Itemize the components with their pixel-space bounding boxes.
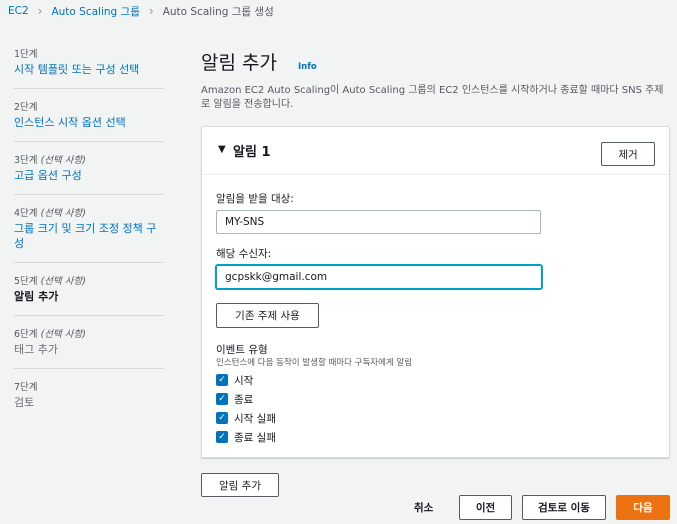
step-link-7: 검토: [14, 396, 35, 409]
checkbox-checked-icon[interactable]: ✓: [216, 393, 228, 405]
event-launch[interactable]: ✓ 시작: [216, 372, 253, 388]
recipients-input[interactable]: [216, 265, 542, 289]
step-link-3[interactable]: 고급 옵션 구성: [14, 168, 164, 183]
step-link-2[interactable]: 인스턴스 시작 옵션 선택: [14, 115, 164, 130]
event-terminate[interactable]: ✓ 종료: [216, 391, 253, 407]
event-terminate-fail[interactable]: ✓ 종료 실패: [216, 429, 276, 445]
step-number: 1단계: [14, 49, 38, 60]
remove-button[interactable]: 제거: [601, 142, 655, 166]
step-4: 4단계 (선택 사항) 그룹 크기 및 크기 조정 정책 구성: [14, 203, 164, 263]
page-title: 알림 추가: [201, 52, 277, 74]
caret-down-icon[interactable]: ▼: [218, 144, 226, 155]
event-launch-fail[interactable]: ✓ 시작 실패: [216, 410, 276, 426]
step-6: 6단계 (선택 사항) 태그 추가: [14, 324, 164, 369]
step-link-4[interactable]: 그룹 크기 및 크기 조정 정책 구성: [14, 221, 164, 251]
breadcrumb-ec2[interactable]: EC2: [8, 5, 29, 17]
chevron-right-icon: ›: [37, 4, 43, 18]
step-1: 1단계 시작 템플릿 또는 구성 선택: [14, 44, 164, 89]
step-link-6: 태그 추가: [14, 343, 58, 356]
chevron-right-icon: ›: [148, 4, 154, 18]
checkbox-checked-icon[interactable]: ✓: [216, 431, 228, 443]
checkbox-checked-icon[interactable]: ✓: [216, 374, 228, 386]
step-number: 7단계: [14, 382, 38, 393]
info-link[interactable]: Info: [298, 62, 317, 72]
use-existing-topic-button[interactable]: 기존 주제 사용: [216, 303, 319, 328]
step-number: 6단계 (선택 사항): [14, 329, 86, 340]
event-label: 시작: [234, 374, 254, 387]
step-current: 알림 추가: [14, 290, 59, 303]
notification-panel: ▼ 알림 1 제거 알림을 받을 대상: 해당 수신자: 기존 주제 사용 이벤…: [201, 126, 670, 458]
step-3: 3단계 (선택 사항) 고급 옵션 구성: [14, 150, 164, 195]
next-button[interactable]: 다음: [616, 495, 670, 520]
step-number: 4단계 (선택 사항): [14, 208, 86, 219]
cancel-button[interactable]: 취소: [414, 500, 433, 515]
step-number: 3단계 (선택 사항): [14, 155, 86, 166]
breadcrumb-current: Auto Scaling 그룹 생성: [162, 5, 274, 18]
event-type-description: 인스턴스에 다음 동작이 발생할 때마다 구독자에게 알림: [216, 358, 413, 368]
step-7: 7단계 검토: [14, 377, 164, 421]
event-label: 종료: [234, 393, 254, 406]
skip-to-review-button[interactable]: 검토로 이동: [522, 495, 606, 520]
breadcrumb-auto-scaling-groups[interactable]: Auto Scaling 그룹: [51, 4, 139, 19]
wizard-steps: 1단계 시작 템플릿 또는 구성 선택 2단계 인스턴스 시작 옵션 선택 3단…: [14, 44, 164, 429]
notification-header: ▼ 알림 1 제거: [202, 127, 669, 175]
breadcrumb: EC2 › Auto Scaling 그룹 › Auto Scaling 그룹 …: [8, 3, 274, 19]
sns-topic-input[interactable]: [216, 210, 541, 234]
notification-title[interactable]: 알림 1: [233, 141, 271, 160]
previous-button[interactable]: 이전: [459, 495, 512, 520]
step-link-1[interactable]: 시작 템플릿 또는 구성 선택: [14, 62, 164, 77]
step-number: 2단계: [14, 102, 38, 113]
step-number: 5단계 (선택 사항): [14, 276, 86, 287]
step-5: 5단계 (선택 사항) 알림 추가: [14, 271, 164, 316]
target-label: 알림을 받을 대상:: [216, 193, 294, 205]
checkbox-checked-icon[interactable]: ✓: [216, 412, 228, 424]
event-label: 종료 실패: [234, 431, 276, 444]
event-label: 시작 실패: [234, 412, 276, 425]
step-2: 2단계 인스턴스 시작 옵션 선택: [14, 97, 164, 142]
add-notification-button[interactable]: 알림 추가: [201, 473, 279, 497]
page-description: Amazon EC2 Auto Scaling이 Auto Scaling 그룹…: [201, 85, 664, 110]
event-type-label: 이벤트 유형: [216, 344, 268, 356]
recipients-label: 해당 수신자:: [216, 248, 272, 260]
